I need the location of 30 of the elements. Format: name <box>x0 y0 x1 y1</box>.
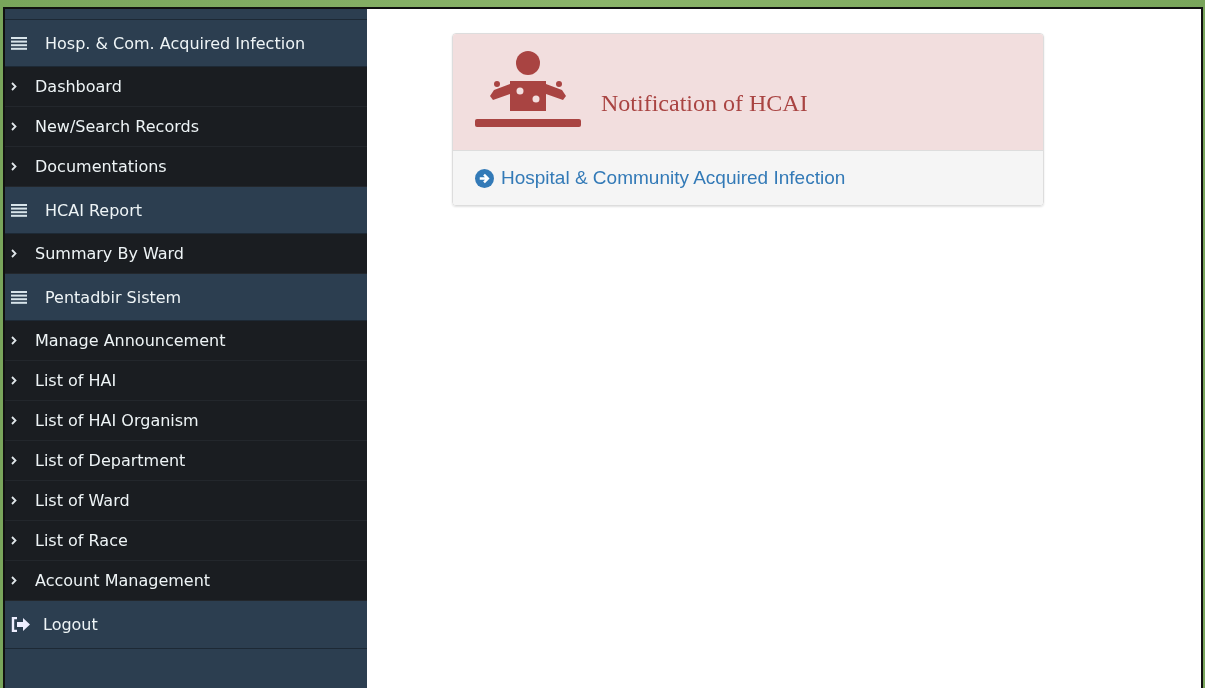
sidebar-item[interactable]: New/Search Records <box>5 107 367 147</box>
arrow-circle-icon <box>475 168 494 188</box>
patient-icon <box>475 51 581 127</box>
sidebar-item[interactable]: List of HAI Organism <box>5 401 367 441</box>
card-title: Notification of HCAI <box>601 89 808 117</box>
chevron-icon <box>11 416 17 425</box>
chevron-icon <box>11 376 17 385</box>
chevron-icon <box>11 456 17 465</box>
sidebar-item[interactable]: Dashboard <box>5 67 367 107</box>
chevron-icon <box>11 576 17 585</box>
chevron-icon <box>11 496 17 505</box>
sidebar-item[interactable]: List of HAI <box>5 361 367 401</box>
menu-icon <box>11 203 27 217</box>
chevron-icon <box>11 122 17 131</box>
sidebar-item[interactable]: Summary By Ward <box>5 234 367 274</box>
menu-icon <box>11 36 27 50</box>
sidebar-item[interactable]: Manage Announcement <box>5 321 367 361</box>
chevron-icon <box>11 82 17 91</box>
menu-icon <box>11 290 27 304</box>
sidebar-item[interactable]: Account Management <box>5 561 367 601</box>
chevron-icon <box>11 336 17 345</box>
chevron-icon <box>11 249 17 258</box>
sidebar-item[interactable]: List of Race <box>5 521 367 561</box>
logout-icon <box>11 617 31 632</box>
sidebar-item[interactable]: Documentations <box>5 147 367 187</box>
sidebar-item[interactable]: List of Ward <box>5 481 367 521</box>
sidebar-item[interactable]: List of Department <box>5 441 367 481</box>
chevron-icon <box>11 536 17 545</box>
logout-link[interactable]: Logout <box>5 601 367 649</box>
chevron-icon <box>11 162 17 171</box>
